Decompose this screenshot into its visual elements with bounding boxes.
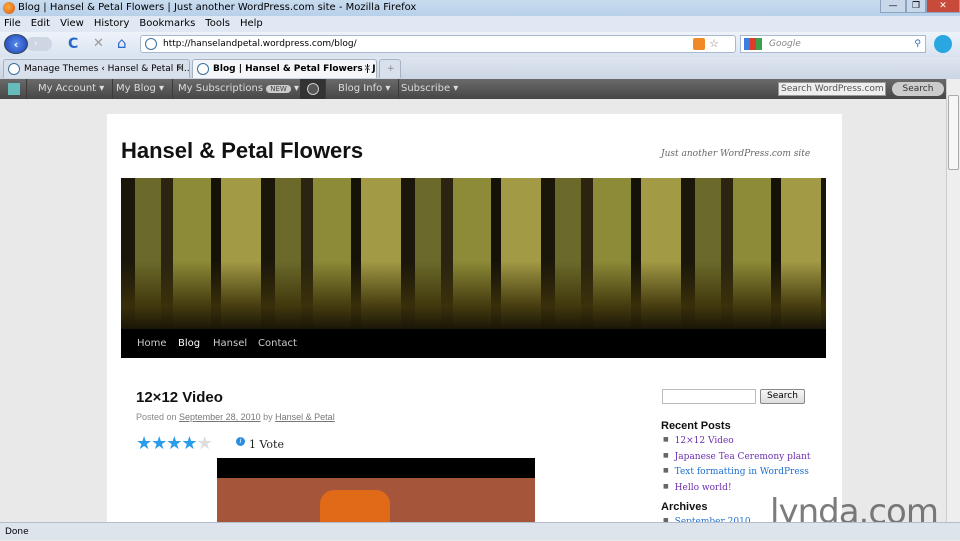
list-item: Japanese Tea Ceremony plant xyxy=(663,449,811,465)
site-favicon xyxy=(145,38,157,50)
status-bar: Done xyxy=(0,522,960,540)
wordpress-search-button[interactable]: Search xyxy=(892,82,944,96)
menu-bookmarks[interactable]: Bookmarks xyxy=(139,18,195,29)
header-image xyxy=(121,178,826,329)
vote-count: 1 Vote xyxy=(249,438,284,451)
post-date-link[interactable]: September 28, 2010 xyxy=(179,412,261,422)
scrollbar-thumb[interactable] xyxy=(948,95,959,170)
search-engine-box[interactable]: Google ⚲ xyxy=(740,35,926,53)
recent-post-link[interactable]: 12×12 Video xyxy=(675,436,734,446)
posted-on-label: Posted on xyxy=(136,412,177,422)
info-icon[interactable]: i xyxy=(236,437,245,446)
url-bar[interactable]: http://hanselandpetal.wordpress.com/blog… xyxy=(140,35,736,53)
recent-post-link[interactable]: Text formatting in WordPress xyxy=(675,467,809,477)
sidebar-search-input[interactable] xyxy=(662,389,756,404)
video-frame-figure xyxy=(320,490,390,522)
my-account-menu[interactable]: My Account ▾ xyxy=(30,79,114,99)
post-meta: Posted on September 28, 2010 by Hansel &… xyxy=(136,412,335,422)
status-text: Done xyxy=(5,527,29,537)
tab-close-icon[interactable]: ✕ xyxy=(363,60,371,78)
restore-button[interactable]: ❐ xyxy=(906,0,926,13)
star-icon[interactable]: ★ xyxy=(136,433,152,454)
forward-button[interactable]: › xyxy=(26,37,52,51)
menu-history[interactable]: History xyxy=(94,18,130,29)
nav-contact[interactable]: Contact xyxy=(258,329,297,358)
star-icon[interactable]: ★ xyxy=(197,433,213,454)
firefox-icon xyxy=(3,2,15,14)
menu-view[interactable]: View xyxy=(60,18,84,29)
list-item: Text formatting in WordPress xyxy=(663,464,811,480)
new-badge: NEW xyxy=(266,85,291,93)
window-title: Blog | Hansel & Petal Flowers | Just ano… xyxy=(18,2,417,13)
blavatar-icon[interactable] xyxy=(0,79,27,99)
post-title[interactable]: 12×12 Video xyxy=(136,389,223,406)
chevron-down-icon: ▾ xyxy=(294,83,300,94)
main-navigation: Home Blog Hansel Contact xyxy=(121,329,826,358)
recent-posts-heading: Recent Posts xyxy=(661,420,731,432)
tab-close-icon[interactable]: ✕ xyxy=(176,60,184,78)
tab-label: Manage Themes ‹ Hansel & Petal Fl... xyxy=(24,64,190,74)
bookmark-star-icon[interactable]: ☆ xyxy=(709,36,719,52)
url-text: http://hanselandpetal.wordpress.com/blog… xyxy=(163,39,357,49)
window-title-bar: Blog | Hansel & Petal Flowers | Just ano… xyxy=(0,0,960,16)
site-tagline: Just another WordPress.com site xyxy=(661,149,811,159)
recent-post-link[interactable]: Hello world! xyxy=(675,483,732,493)
wordpress-search-input[interactable]: Search WordPress.com xyxy=(778,82,886,96)
tab-manage-themes[interactable]: Manage Themes ‹ Hansel & Petal Fl... ✕ xyxy=(3,59,190,78)
menu-label: My Subscriptions xyxy=(178,83,264,94)
home-icon[interactable]: ⌂ xyxy=(117,34,127,52)
my-blog-menu[interactable]: My Blog ▾ xyxy=(108,79,174,99)
nav-hansel[interactable]: Hansel xyxy=(213,329,247,358)
wordpress-logo-icon[interactable] xyxy=(300,79,326,99)
nav-home[interactable]: Home xyxy=(137,329,167,358)
menu-bar: File Edit View History Bookmarks Tools Help xyxy=(0,16,960,32)
reload-icon[interactable]: C xyxy=(68,36,78,52)
star-icon[interactable]: ★ xyxy=(151,433,167,454)
post-author-link[interactable]: Hansel & Petal xyxy=(275,412,335,422)
new-tab-button[interactable]: + xyxy=(379,59,401,78)
tab-blog[interactable]: Blog | Hansel & Petal Flowers | Ju... ✕ xyxy=(192,59,377,78)
site-title[interactable]: Hansel & Petal Flowers xyxy=(121,138,363,164)
wordpress-icon xyxy=(8,63,20,75)
my-subscriptions-menu[interactable]: My Subscriptions NEW ▾ xyxy=(170,79,309,99)
recent-post-link[interactable]: Japanese Tea Ceremony plant xyxy=(675,452,811,462)
close-button[interactable]: ✕ xyxy=(926,0,960,13)
blog-info-menu[interactable]: Blog Info ▾ xyxy=(330,79,400,99)
list-item: 12×12 Video xyxy=(663,433,811,449)
skype-icon[interactable] xyxy=(934,35,952,53)
star-rating[interactable]: ★★★★★ xyxy=(136,433,213,454)
menu-tools[interactable]: Tools xyxy=(205,18,230,29)
recent-posts-list: 12×12 Video Japanese Tea Ceremony plant … xyxy=(663,433,811,495)
archives-heading: Archives xyxy=(661,501,708,513)
back-button[interactable]: ‹ xyxy=(4,34,28,54)
star-icon[interactable]: ★ xyxy=(166,433,182,454)
stop-icon[interactable]: ✕ xyxy=(93,36,104,51)
wordpress-icon xyxy=(197,63,209,75)
google-icon xyxy=(744,38,762,50)
sidebar-search-button[interactable]: Search xyxy=(760,389,805,404)
search-icon[interactable]: ⚲ xyxy=(914,36,921,52)
menu-file[interactable]: File xyxy=(4,18,21,29)
subscribe-menu[interactable]: Subscribe ▾ xyxy=(393,79,466,99)
star-icon[interactable]: ★ xyxy=(181,433,197,454)
tab-label: Blog | Hansel & Petal Flowers | Ju... xyxy=(213,64,377,74)
rss-icon[interactable] xyxy=(693,38,705,50)
menu-help[interactable]: Help xyxy=(240,18,263,29)
nav-blog[interactable]: Blog xyxy=(178,329,200,358)
search-placeholder: Google xyxy=(769,39,801,49)
menu-edit[interactable]: Edit xyxy=(31,18,50,29)
minimize-button[interactable]: — xyxy=(880,0,906,13)
by-label: by xyxy=(263,412,273,422)
